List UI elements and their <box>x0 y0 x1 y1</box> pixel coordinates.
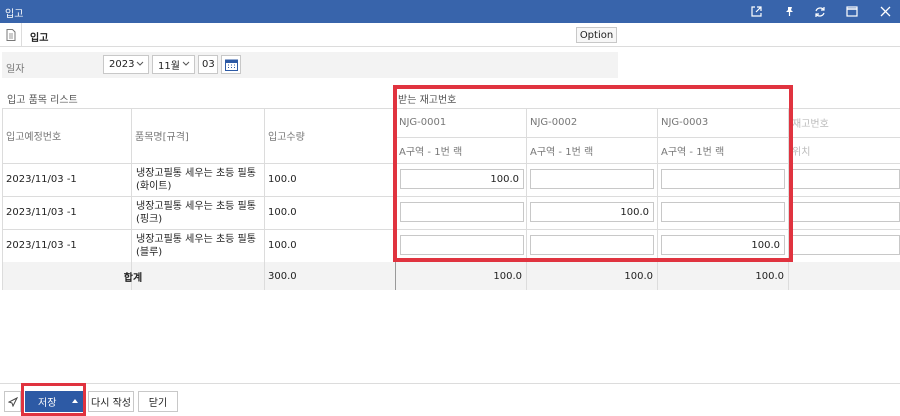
pin-icon[interactable] <box>780 3 798 20</box>
allocation-input[interactable] <box>792 202 900 222</box>
date-label: 일자 <box>6 64 25 75</box>
external-link-icon[interactable] <box>747 3 765 20</box>
year-value: 2023 <box>109 59 135 70</box>
stock-total: 100.0 <box>755 270 784 282</box>
row-plan-no: 2023/11/03 -1 <box>6 174 77 185</box>
row-item-name: 냉장고필통 세우는 초등 필통(블루) <box>136 233 256 258</box>
close-icon[interactable] <box>876 3 894 20</box>
calendar-button[interactable] <box>221 55 241 74</box>
rewrite-button[interactable]: 다시 작성 <box>88 391 134 412</box>
day-input[interactable]: 03 <box>198 55 218 74</box>
send-button[interactable] <box>4 391 21 412</box>
year-select[interactable]: 2023 <box>103 55 149 74</box>
row-qty: 100.0 <box>268 240 297 251</box>
highlight-box <box>21 383 86 416</box>
window-title: 입고 <box>5 9 24 20</box>
send-icon <box>7 396 18 407</box>
stock-no-header: 재고번호 <box>792 119 829 130</box>
total-label: 합계 <box>123 272 143 284</box>
row-plan-no: 2023/11/03 -1 <box>6 207 77 218</box>
row-qty: 100.0 <box>268 174 297 185</box>
allocation-input[interactable] <box>792 169 900 189</box>
item-list-title: 입고 품목 리스트 <box>7 95 78 106</box>
document-icon <box>6 29 16 41</box>
calendar-icon <box>224 59 238 71</box>
allocation-input[interactable] <box>792 235 900 255</box>
location-header: 위치 <box>792 146 811 158</box>
row-item-name: 냉장고필통 세우는 초등 필통(핑크) <box>136 200 256 225</box>
close-button[interactable]: 닫기 <box>138 391 178 412</box>
refresh-icon[interactable] <box>811 3 829 20</box>
row-plan-no: 2023/11/03 -1 <box>6 240 77 251</box>
column-header-item: 품목명[규격] <box>135 132 189 143</box>
month-value: 11월 <box>158 61 180 72</box>
chevron-down-icon <box>136 61 144 66</box>
row-item-name: 냉장고필통 세우는 초등 필통(화이트) <box>136 167 256 192</box>
stock-total: 100.0 <box>624 270 653 282</box>
total-qty: 300.0 <box>268 270 297 282</box>
maximize-icon[interactable] <box>843 3 861 20</box>
page-header: 입고 Option <box>0 23 900 47</box>
row-qty: 100.0 <box>268 207 297 218</box>
highlight-box <box>393 85 793 262</box>
option-button[interactable]: Option <box>576 27 617 43</box>
stock-total: 100.0 <box>493 270 522 282</box>
window-titlebar: 입고 <box>0 0 900 23</box>
month-select[interactable]: 11월 <box>152 55 195 74</box>
column-header-qty: 입고수량 <box>268 132 305 143</box>
date-filter-row: 일자 2023 11월 03 <box>2 52 618 78</box>
chevron-down-icon <box>182 61 190 66</box>
column-header-plan-no: 입고예정번호 <box>6 132 62 143</box>
page-title: 입고 <box>30 33 49 44</box>
